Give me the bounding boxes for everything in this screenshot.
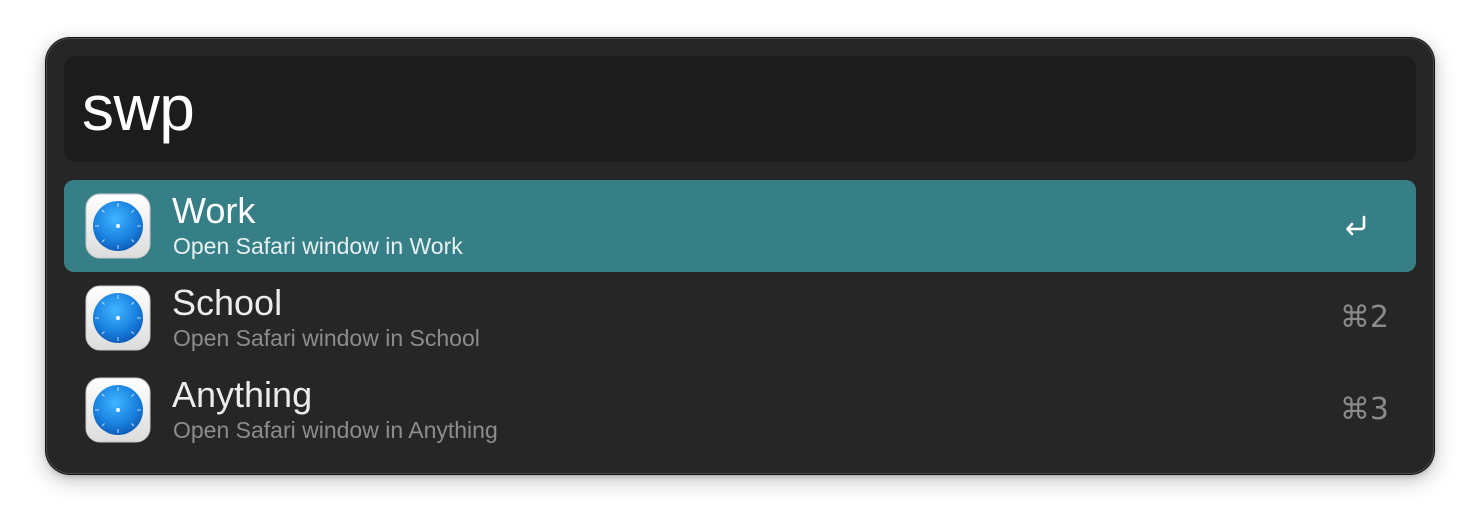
- result-subtitle: Open Safari window in Work: [173, 233, 463, 259]
- result-row-anything[interactable]: Anything Open Safari window in Anything …: [64, 364, 1416, 456]
- safari-icon: [85, 193, 151, 259]
- result-title: School: [172, 282, 283, 323]
- result-subtitle: Open Safari window in Anything: [173, 417, 498, 443]
- search-field[interactable]: swp: [64, 56, 1416, 162]
- result-title: Anything: [172, 374, 313, 415]
- result-row-work[interactable]: Work Open Safari window in Work: [64, 180, 1416, 272]
- shortcut-label: ⌘3: [1339, 392, 1389, 427]
- result-subtitle: Open Safari window in School: [173, 325, 480, 351]
- result-row-school[interactable]: School Open Safari window in School ⌘2: [64, 272, 1416, 364]
- result-title: Work: [172, 190, 256, 231]
- shortcut-label: ⌘2: [1339, 300, 1389, 335]
- safari-icon: [85, 377, 151, 443]
- return-icon: [1346, 215, 1366, 236]
- safari-icon: [85, 285, 151, 351]
- launcher-window: swp Work Open Safari window in Work Scho…: [46, 38, 1434, 474]
- results-list: Work Open Safari window in Work School O…: [64, 180, 1416, 456]
- search-query[interactable]: swp: [82, 70, 195, 146]
